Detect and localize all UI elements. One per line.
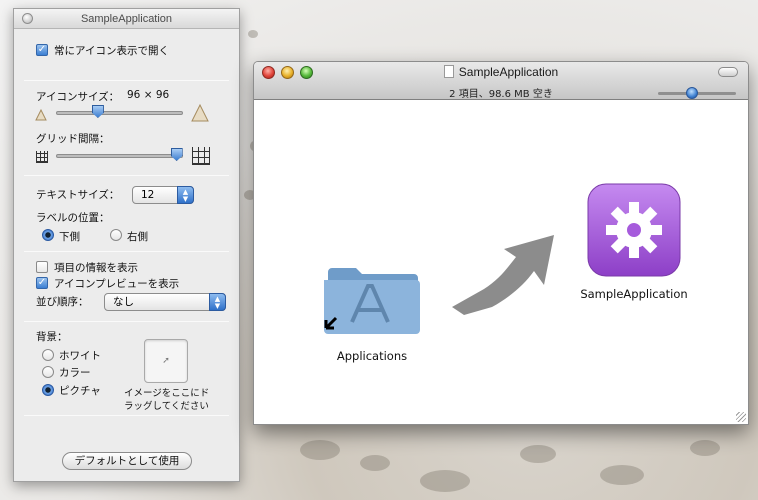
icon-size-label: アイコンサイズ：: [36, 91, 120, 103]
bg-white-label: ホワイト: [59, 350, 101, 362]
finder-window: SampleApplication 2 項目、98.6 MB 空き Applic…: [253, 61, 749, 425]
grid-spacing-slider-knob[interactable]: [170, 148, 183, 161]
grid-spacing-label: グリッド間隔：: [36, 133, 110, 145]
show-item-info-checkbox[interactable]: [36, 261, 48, 273]
resize-grip[interactable]: [736, 412, 746, 422]
bg-picture-label: ピクチャ: [59, 385, 101, 397]
finder-title: SampleApplication: [254, 65, 748, 79]
show-icon-preview-label: アイコンプレビューを表示: [54, 278, 180, 290]
show-icon-preview-checkbox[interactable]: ✓: [36, 277, 48, 289]
label-position-label: ラベルの位置：: [36, 212, 110, 224]
large-grid-icon: [192, 147, 210, 165]
sample-application-label: SampleApplication: [580, 287, 688, 301]
popup-arrows-icon: ▲ ▼: [209, 293, 226, 311]
image-drop-well[interactable]: ➚: [144, 339, 188, 383]
panel-titlebar: SampleApplication: [14, 9, 239, 29]
text-size-popup[interactable]: 12 ▲ ▼: [132, 186, 194, 204]
background-label: 背景：: [36, 331, 68, 343]
panel-title: SampleApplication: [80, 13, 173, 25]
applications-label: Applications: [336, 349, 408, 363]
applications-folder-item[interactable]: [322, 258, 422, 338]
label-bottom-radio[interactable]: [42, 229, 54, 241]
separator: [24, 415, 229, 416]
separator: [24, 175, 229, 176]
icon-size-slider-knob[interactable]: [91, 105, 104, 118]
sample-application-item[interactable]: [586, 182, 682, 278]
toolbar-toggle-button[interactable]: [718, 67, 738, 77]
finder-titlebar: SampleApplication 2 項目、98.6 MB 空き: [254, 62, 748, 100]
bg-white-radio[interactable]: [42, 349, 54, 361]
always-open-icon-view-checkbox[interactable]: ✓: [36, 44, 48, 56]
image-placeholder-icon: ➚: [162, 356, 170, 366]
view-options-panel: SampleApplication ✓ 常にアイコン表示で開く アイコンサイズ：…: [13, 8, 240, 482]
large-icon-size-icon: [190, 103, 210, 123]
small-grid-icon: [36, 151, 48, 163]
separator: [24, 251, 229, 252]
label-right-text: 右側: [127, 231, 148, 243]
grid-spacing-slider[interactable]: [56, 154, 183, 158]
bg-color-label: カラー: [59, 367, 91, 379]
text-size-label: テキストサイズ：: [36, 189, 120, 201]
separator: [24, 321, 229, 322]
small-icon-size-icon: [34, 107, 48, 121]
label-bottom-text: 下側: [59, 231, 80, 243]
sort-order-label: 並び順序：: [36, 296, 89, 308]
label-right-radio[interactable]: [110, 229, 122, 241]
popup-arrows-icon: ▲ ▼: [177, 186, 194, 204]
sort-order-value: なし: [113, 296, 134, 308]
drop-hint-line1: イメージをここにド: [124, 388, 210, 399]
finder-title-text: SampleApplication: [458, 65, 559, 79]
drop-hint-line2: ラッグしてください: [124, 401, 209, 412]
use-as-defaults-button[interactable]: デフォルトとして使用: [62, 452, 192, 470]
drag-arrow-icon: [452, 235, 554, 315]
sort-order-popup[interactable]: なし ▲ ▼: [104, 293, 226, 311]
icon-zoom-slider-knob[interactable]: [686, 87, 698, 99]
gear-app-icon: [587, 183, 681, 277]
text-size-value: 12: [141, 189, 155, 201]
show-item-info-label: 項目の情報を表示: [54, 262, 138, 274]
always-open-icon-view-label: 常にアイコン表示で開く: [54, 45, 169, 57]
bg-color-radio[interactable]: [42, 366, 54, 378]
icon-size-value: 96 × 96: [127, 89, 170, 101]
applications-folder-icon: [324, 268, 420, 334]
disk-image-icon: [443, 65, 454, 78]
separator: [24, 80, 229, 81]
icon-size-slider[interactable]: [56, 111, 183, 115]
bg-picture-radio[interactable]: [42, 384, 54, 396]
